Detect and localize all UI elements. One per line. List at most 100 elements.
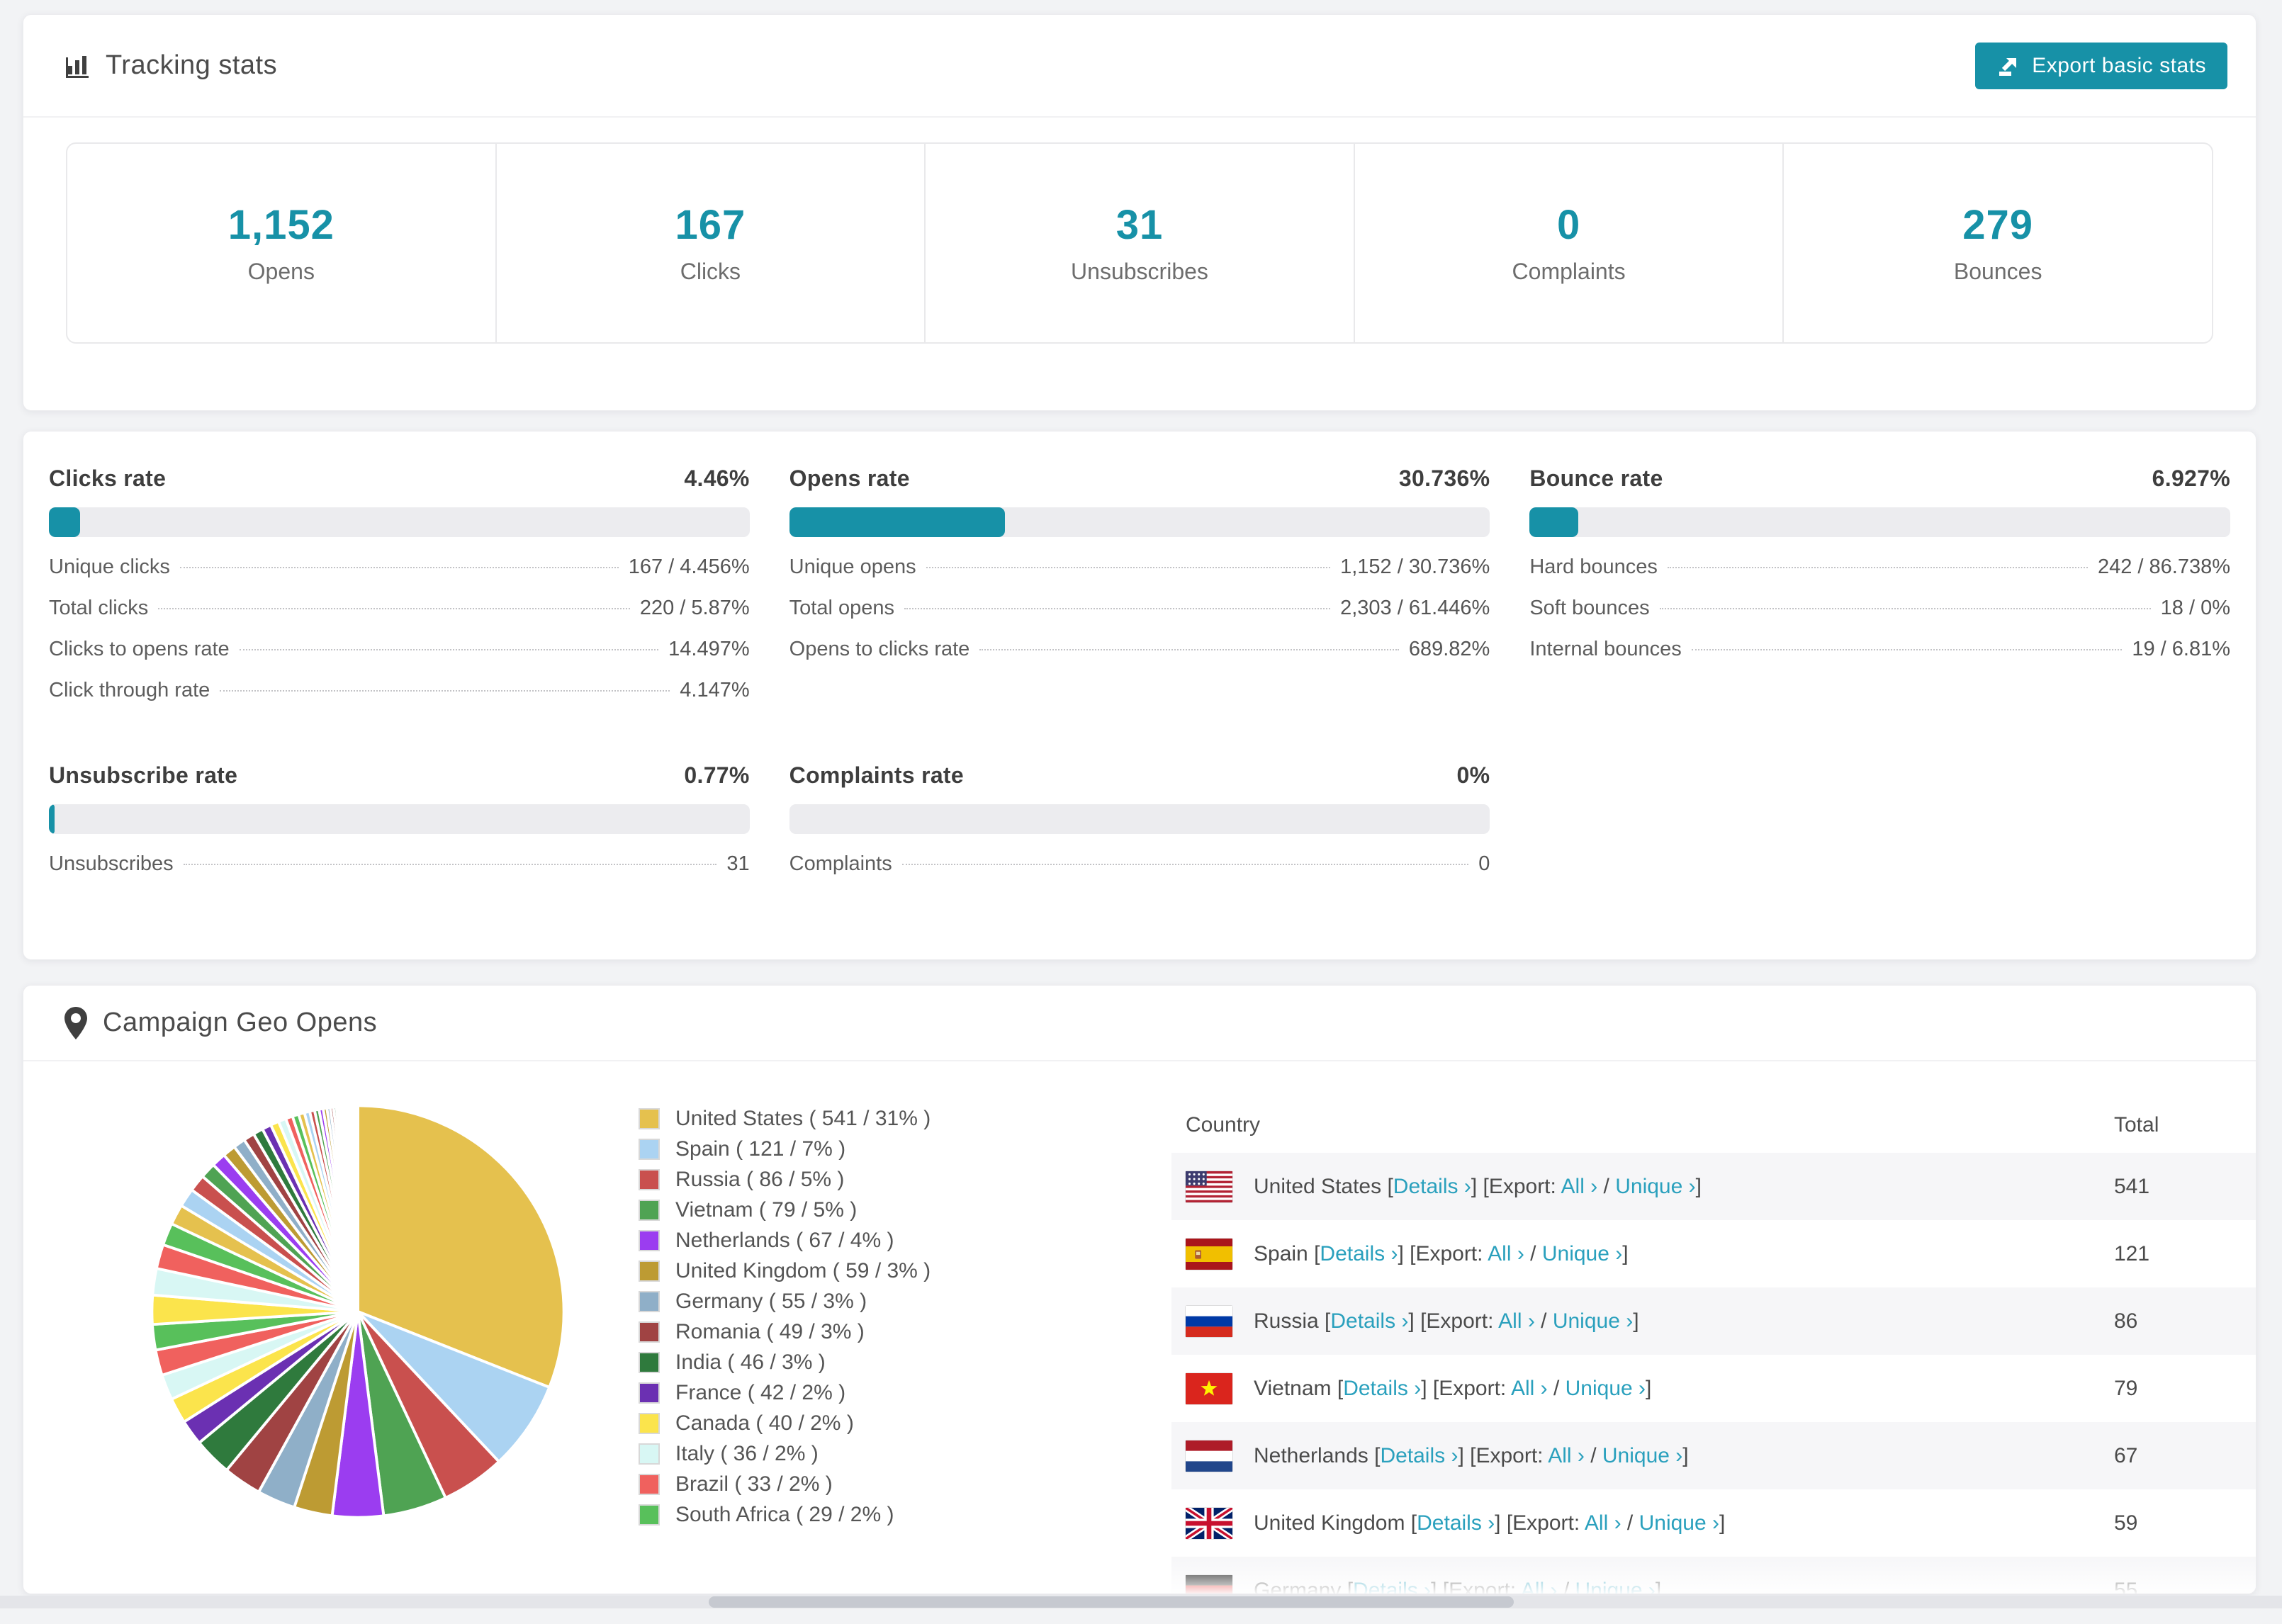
country-links: Netherlands [Details ›] [Export: All › /… <box>1254 1443 1689 1467</box>
dotted-leader <box>926 567 1331 568</box>
export-all-link-spain[interactable]: All › <box>1488 1242 1524 1265</box>
export-all-link-united-states[interactable]: All › <box>1561 1175 1598 1198</box>
legend-swatch <box>639 1290 660 1312</box>
united-states-flag-icon <box>1186 1171 1232 1202</box>
rate-section-opens: Opens rate 30.736% Unique opens 1,152 / 30.… <box>789 466 1490 720</box>
stat-row-clicks-to-opens-rate: Clicks to opens rate 14.497% <box>49 638 750 679</box>
stat-row-value: 689.82% <box>1408 638 1490 660</box>
details-link-united-states[interactable]: Details › <box>1393 1175 1471 1198</box>
total-cell: 55 <box>2114 1578 2138 1594</box>
legend-label: Romania ( 49 / 3% ) <box>675 1319 865 1343</box>
legend-item-russia: Russia ( 86 / 5% ) <box>639 1164 931 1195</box>
legend-item-india: India ( 46 / 3% ) <box>639 1347 931 1377</box>
legend-item-united-states: United States ( 541 / 31% ) <box>639 1103 931 1134</box>
stat-value: 279 <box>1962 202 2034 248</box>
stat-box-unsubscribes: 31 Unsubscribes <box>924 144 1354 342</box>
stat-row-label: Total clicks <box>49 597 149 619</box>
legend-swatch <box>639 1473 660 1495</box>
country-links: Vietnam [Details ›] [Export: All › / Uni… <box>1254 1376 1652 1400</box>
export-all-link-united-kingdom[interactable]: All › <box>1585 1511 1621 1535</box>
stat-box-opens: 1,152 Opens <box>67 144 495 342</box>
export-unique-link-russia[interactable]: Unique › <box>1553 1309 1633 1333</box>
legend-item-united-kingdom: United Kingdom ( 59 / 3% ) <box>639 1256 931 1286</box>
stat-row-complaints: Complaints 0 <box>789 852 1490 893</box>
tracking-stats-card: Tracking stats Export basic stats 1,152 O… <box>23 14 2256 411</box>
details-link-united-kingdom[interactable]: Details › <box>1417 1511 1495 1535</box>
stat-value: 167 <box>675 202 746 248</box>
details-link-germany[interactable]: Details › <box>1353 1579 1431 1594</box>
stat-row-label: Hard bounces <box>1529 556 1658 578</box>
page-title: Tracking stats <box>106 50 278 80</box>
summary-stats-group: 1,152 Opens 167 Clicks 31 Unsubscribes 0 Compla… <box>66 142 2213 344</box>
details-link-russia[interactable]: Details › <box>1330 1309 1408 1333</box>
dotted-leader <box>901 864 1469 865</box>
country-cell: United States [Details ›] [Export: All ›… <box>1171 1171 2114 1202</box>
legend-item-brazil: Brazil ( 33 / 2% ) <box>639 1469 931 1499</box>
clicks-progress-bar <box>49 507 750 537</box>
complaints-rate-title: Complaints rate <box>789 762 964 788</box>
legend-swatch <box>639 1412 660 1434</box>
export-all-link-vietnam[interactable]: All › <box>1511 1377 1548 1400</box>
opens-progress-bar <box>789 507 1490 537</box>
legend-swatch <box>639 1138 660 1160</box>
stat-row-label: Internal bounces <box>1529 638 1682 660</box>
export-unique-link-united-kingdom[interactable]: Unique › <box>1639 1511 1719 1535</box>
rates-grid: Clicks rate 4.46% Unique clicks 167 / 4.456… <box>23 432 2256 893</box>
legend-label: India ( 46 / 3% ) <box>675 1350 826 1374</box>
legend-item-south-africa: South Africa ( 29 / 2% ) <box>639 1499 931 1530</box>
legend-label: United States ( 541 / 31% ) <box>675 1106 931 1130</box>
country-cell: United Kingdom [Details ›] [Export: All … <box>1171 1504 2114 1542</box>
export-all-link-russia[interactable]: All › <box>1498 1309 1535 1333</box>
export-unique-link-vietnam[interactable]: Unique › <box>1566 1377 1646 1400</box>
stat-row-total-opens: Total opens 2,303 / 61.446% <box>789 597 1490 638</box>
dotted-leader <box>158 608 630 609</box>
export-unique-link-germany[interactable]: Unique › <box>1575 1579 1656 1594</box>
stat-row-label: Unique clicks <box>49 556 170 578</box>
stat-box-clicks: 167 Clicks <box>495 144 925 342</box>
total-cell: 67 <box>2114 1443 2138 1467</box>
export-basic-stats-button[interactable]: Export basic stats <box>1975 42 2227 89</box>
legend-label: South Africa ( 29 / 2% ) <box>675 1502 894 1526</box>
stat-row-label: Unique opens <box>789 556 916 578</box>
geo-row-spain: Spain [Details ›] [Export: All › / Uniqu… <box>1171 1220 2256 1287</box>
stat-label: Clicks <box>680 259 741 284</box>
rate-section-unsubscribe: Unsubscribe rate 0.77% Unsubscribes 31 <box>49 762 750 893</box>
dotted-leader <box>904 608 1331 609</box>
stat-row-opens-to-clicks-rate: Opens to clicks rate 689.82% <box>789 638 1490 679</box>
legend-item-france: France ( 42 / 2% ) <box>639 1377 931 1408</box>
stat-row-label: Click through rate <box>49 679 210 701</box>
stat-box-bounces: 279 Bounces <box>1782 144 2212 342</box>
legend-swatch <box>639 1321 660 1343</box>
stat-row-value: 220 / 5.87% <box>639 597 750 619</box>
details-link-netherlands[interactable]: Details › <box>1380 1444 1458 1467</box>
unsubscribe-rate-title: Unsubscribe rate <box>49 762 238 788</box>
opens-rate-title: Opens rate <box>789 466 910 491</box>
bounce-rate-title: Bounce rate <box>1529 466 1663 491</box>
spain-flag-icon <box>1186 1238 1232 1270</box>
stat-row-unique-opens: Unique opens 1,152 / 30.736% <box>789 556 1490 597</box>
rates-card: Clicks rate 4.46% Unique clicks 167 / 4.456… <box>23 431 2256 960</box>
export-unique-link-united-states[interactable]: Unique › <box>1615 1175 1695 1198</box>
details-link-spain[interactable]: Details › <box>1320 1242 1398 1265</box>
stat-row-label: Unsubscribes <box>49 852 174 875</box>
export-all-link-netherlands[interactable]: All › <box>1548 1444 1585 1467</box>
opens-rate-percent: 30.736% <box>1398 466 1490 491</box>
stat-row-total-clicks: Total clicks 220 / 5.87% <box>49 597 750 638</box>
geo-row-russia: Russia [Details ›] [Export: All › / Uniq… <box>1171 1287 2256 1355</box>
details-link-vietnam[interactable]: Details › <box>1343 1377 1421 1400</box>
stat-row-value: 0 <box>1478 852 1490 875</box>
rate-section-complaints: Complaints rate 0% Complaints 0 <box>789 762 1490 893</box>
legend-label: United Kingdom ( 59 / 3% ) <box>675 1258 931 1282</box>
stat-row-value: 18 / 0% <box>2160 597 2230 619</box>
dotted-leader <box>1667 567 2088 568</box>
horizontal-scrollbar-thumb[interactable] <box>709 1596 1514 1608</box>
export-icon <box>1996 54 2020 78</box>
legend-swatch <box>639 1168 660 1190</box>
export-unique-link-netherlands[interactable]: Unique › <box>1602 1444 1682 1467</box>
bounce-rate-percent: 6.927% <box>2152 466 2230 491</box>
legend-label: Vietnam ( 79 / 5% ) <box>675 1197 858 1222</box>
export-unique-link-spain[interactable]: Unique › <box>1542 1242 1622 1265</box>
netherlands-flag-icon <box>1186 1440 1232 1472</box>
country-links: United States [Details ›] [Export: All ›… <box>1254 1174 1702 1198</box>
export-all-link-germany[interactable]: All › <box>1521 1579 1558 1594</box>
